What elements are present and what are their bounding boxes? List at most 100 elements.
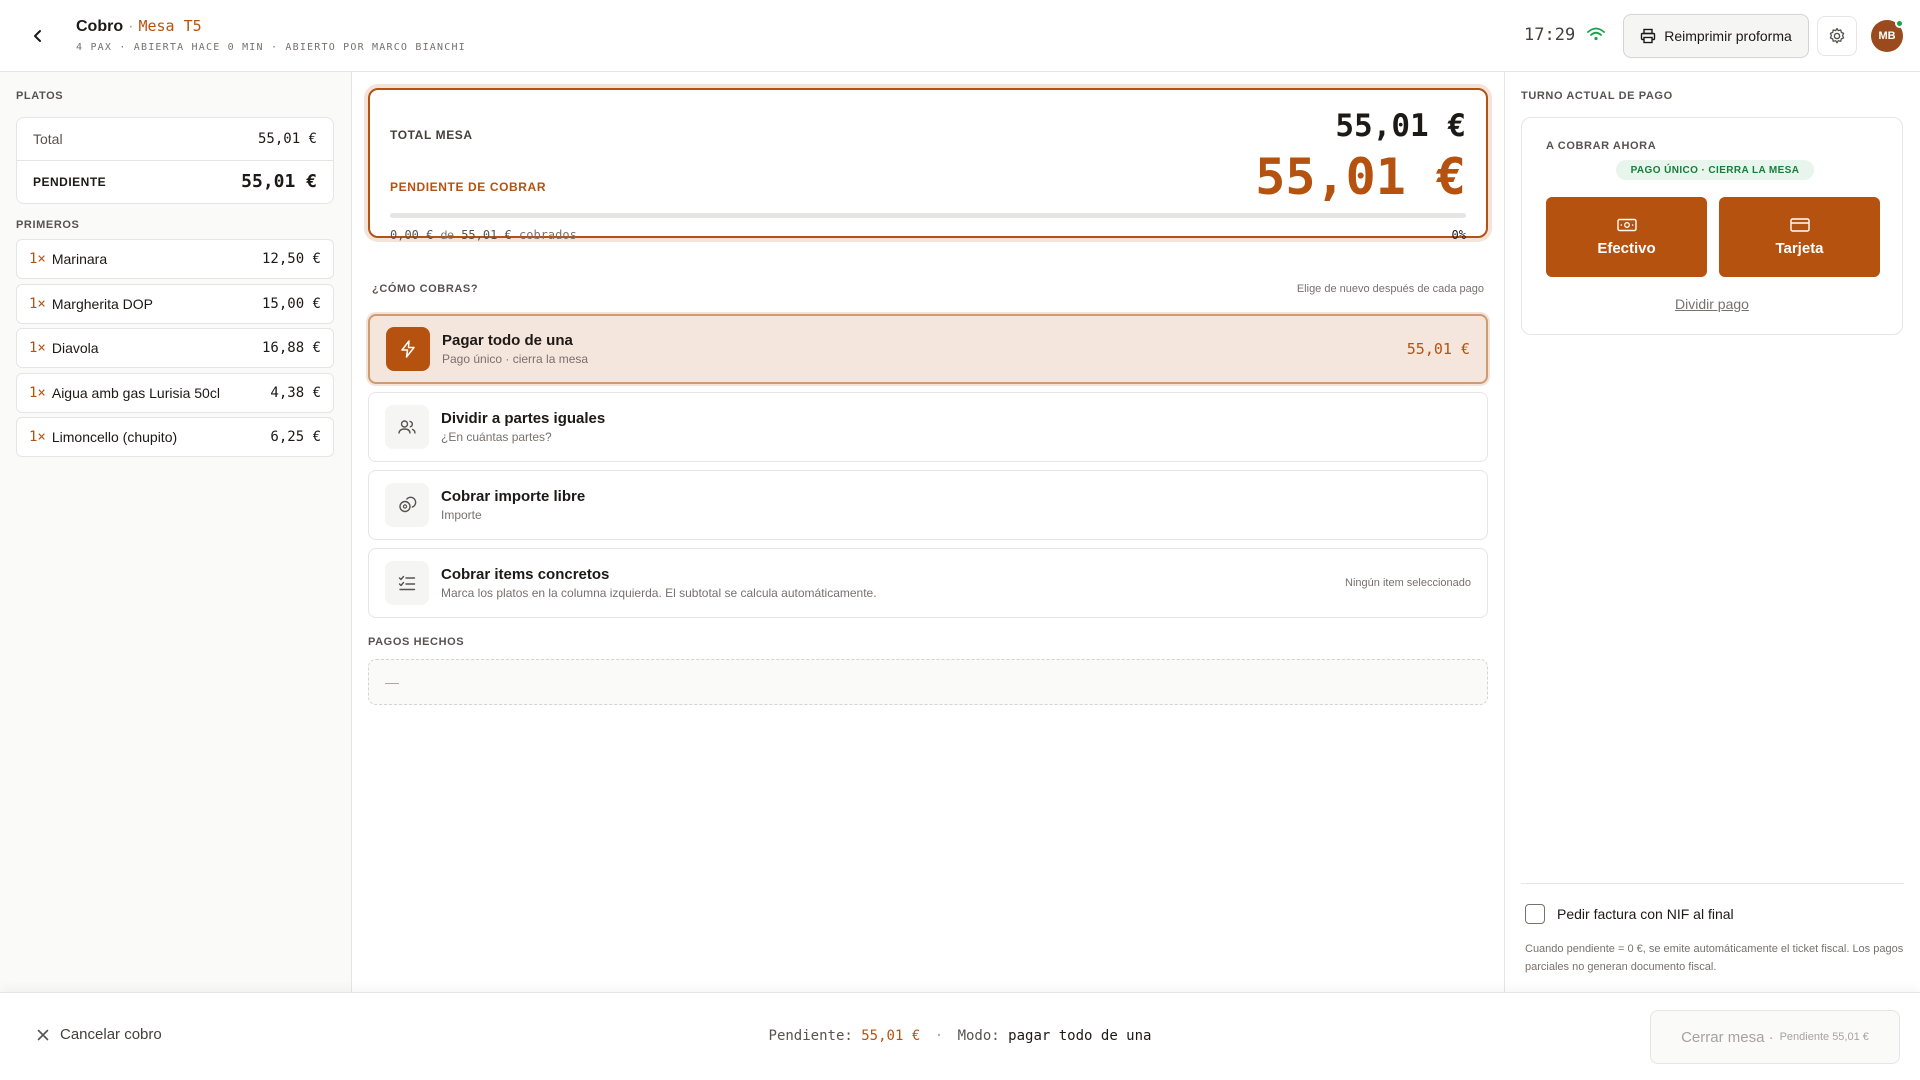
how-heading: ¿CÓMO COBRAS?	[372, 283, 479, 295]
collected-amount: 0,00 €	[390, 228, 434, 242]
page-title: Cobro · Mesa T5	[76, 17, 466, 36]
close-table-label: Cerrar mesa ·	[1681, 1028, 1774, 1046]
total-mesa-value: 55,01 €	[1335, 108, 1466, 144]
total-mesa-label: TOTAL MESA	[390, 128, 473, 142]
total-row: Total 55,01 €	[33, 131, 317, 147]
settings-button[interactable]	[1817, 16, 1857, 56]
item-qty: 1×	[29, 429, 46, 445]
option-specific-items[interactable]: Cobrar items concretos Marca los platos …	[368, 548, 1488, 618]
cash-icon	[1616, 218, 1637, 231]
item-name: Limoncello (chupito)	[51, 429, 178, 445]
pending-label: PENDIENTE	[33, 174, 107, 189]
option-text: Pagar todo de una Pago único · cierra la…	[442, 332, 1407, 366]
option-split-equal[interactable]: Dividir a partes iguales ¿En cuántas par…	[368, 392, 1488, 462]
progress-bar	[390, 213, 1466, 218]
status-pending-value: 55,01 €	[861, 1028, 921, 1044]
top-bar: Cobro · Mesa T5 4 PAX · ABIERTA HACE 0 M…	[0, 0, 1920, 72]
users-icon	[385, 405, 429, 449]
total-label: Total	[33, 131, 63, 147]
chevron-left-icon	[34, 30, 41, 42]
table-name: Mesa T5	[138, 17, 202, 35]
item-name: Aigua amb gas Lurisia 50cl	[51, 385, 220, 401]
how-row: ¿CÓMO COBRAS? Elige de nuevo después de …	[372, 283, 1484, 295]
reprint-label: Reimprimir proforma	[1664, 28, 1792, 44]
nif-label: Pedir factura con NIF al final	[1557, 906, 1734, 922]
item-qty: 1×	[29, 296, 46, 312]
list-item[interactable]: 1× Margherita DOP 15,00 €	[16, 284, 334, 324]
progress-percent: 0%	[1451, 228, 1466, 242]
status-line: Pendiente: 55,01 € · Modo: pagar todo de…	[0, 1028, 1920, 1044]
item-qty: 1×	[29, 385, 46, 401]
lightning-icon	[386, 327, 430, 371]
close-table-pending: Pendiente 55,01 €	[1779, 1031, 1869, 1043]
bottom-bar: Cancelar cobro Pendiente: 55,01 € · Modo…	[0, 992, 1920, 1080]
collected-word: cobrados	[519, 228, 577, 242]
item-price: 16,88 €	[261, 340, 321, 356]
nif-invoice-option[interactable]: Pedir factura con NIF al final	[1525, 904, 1734, 924]
option-free-amount[interactable]: Cobrar importe libre Importe	[368, 470, 1488, 540]
coins-icon	[385, 483, 429, 527]
option-text: Dividir a partes iguales ¿En cuántas par…	[441, 410, 1471, 444]
list-item[interactable]: 1× Limoncello (chupito) 6,25 €	[16, 417, 334, 457]
turn-card: A COBRAR AHORA PAGO ÚNICO · CIERRA LA ME…	[1521, 117, 1903, 335]
option-subtitle: Importe	[441, 508, 482, 522]
list-item[interactable]: 1× Marinara 12,50 €	[16, 239, 334, 279]
turn-heading: TURNO ACTUAL DE PAGO	[1521, 90, 1673, 102]
printer-icon	[1641, 28, 1656, 44]
option-pay-all[interactable]: Pagar todo de una Pago único · cierra la…	[368, 314, 1488, 384]
pending-label: PENDIENTE DE COBRAR	[390, 180, 547, 194]
close-table-button[interactable]: Cerrar mesa · Pendiente 55,01 €	[1650, 1010, 1900, 1064]
card-label: Tarjeta	[1775, 239, 1824, 257]
pending-row: PENDIENTE 55,01 €	[33, 171, 317, 192]
back-button[interactable]	[24, 22, 52, 50]
list-item[interactable]: 1× Diavola 16,88 €	[16, 328, 334, 368]
nif-checkbox[interactable]	[1525, 904, 1545, 924]
progress-caption: 0,00 € de 55,01 € cobrados 0%	[390, 228, 1466, 242]
online-status-dot	[1895, 19, 1904, 28]
status-pending-label: Pendiente:	[768, 1028, 853, 1044]
item-qty: 1×	[29, 340, 46, 356]
option-subtitle: Pago único · cierra la mesa	[442, 352, 589, 366]
option-title: Cobrar items concretos	[441, 566, 610, 583]
option-subtitle: Marca los platos en la columna izquierda…	[441, 586, 877, 600]
status-badge: PAGO ÚNICO · CIERRA LA MESA	[1616, 160, 1814, 180]
divider	[1521, 883, 1904, 884]
fiscal-note: Cuando pendiente = 0 €, se emite automát…	[1525, 943, 1904, 973]
total-value: 55,01 €	[257, 131, 317, 147]
split-payment-link[interactable]: Dividir pago	[1522, 296, 1902, 312]
wifi-icon	[1587, 27, 1605, 46]
selection-status: Ningún item seleccionado	[1345, 577, 1471, 589]
reprint-proforma-button[interactable]: Reimprimir proforma	[1623, 14, 1809, 58]
payments-made-list: —	[368, 659, 1488, 705]
how-hint: Elige de nuevo después de cada pago	[1296, 283, 1484, 295]
item-price: 4,38 €	[270, 385, 321, 401]
item-price: 6,25 €	[270, 429, 321, 445]
item-name: Margherita DOP	[51, 296, 154, 312]
option-title: Cobrar importe libre	[441, 488, 586, 505]
pending-value: 55,01 €	[1255, 148, 1466, 206]
option-title: Pagar todo de una	[442, 332, 573, 349]
status-separator: ·	[934, 1028, 944, 1044]
title-separator: ·	[128, 18, 134, 35]
cash-button[interactable]: Efectivo	[1546, 197, 1707, 277]
list-item[interactable]: 1× Aigua amb gas Lurisia 50cl 4,38 €	[16, 373, 334, 413]
title-text: Cobro	[76, 18, 124, 35]
summary-card: Total 55,01 € PENDIENTE 55,01 €	[16, 117, 334, 204]
item-price: 15,00 €	[261, 296, 321, 312]
avatar[interactable]: MB	[1871, 19, 1904, 52]
item-name: Marinara	[51, 251, 108, 267]
option-text: Cobrar items concretos Marca los platos …	[441, 566, 1345, 600]
item-price: 12,50 €	[261, 251, 321, 267]
card-button[interactable]: Tarjeta	[1719, 197, 1880, 277]
charge-now-label: A COBRAR AHORA	[1546, 140, 1657, 152]
option-title: Dividir a partes iguales	[441, 410, 606, 427]
cash-label: Efectivo	[1597, 239, 1656, 257]
table-meta: 4 PAX · ABIERTA HACE 0 MIN · ABIERTO POR…	[76, 42, 466, 53]
title-block: Cobro · Mesa T5 4 PAX · ABIERTA HACE 0 M…	[76, 17, 466, 53]
option-amount: 55,01 €	[1406, 340, 1470, 358]
status-mode-label: Modo:	[957, 1028, 1000, 1044]
payment-turn-panel: TURNO ACTUAL DE PAGO A COBRAR AHORA PAGO…	[1504, 72, 1920, 992]
total-card: TOTAL MESA 55,01 € PENDIENTE DE COBRAR 5…	[368, 88, 1488, 242]
avatar-initials: MB	[1878, 30, 1896, 42]
credit-card-icon	[1789, 217, 1810, 232]
